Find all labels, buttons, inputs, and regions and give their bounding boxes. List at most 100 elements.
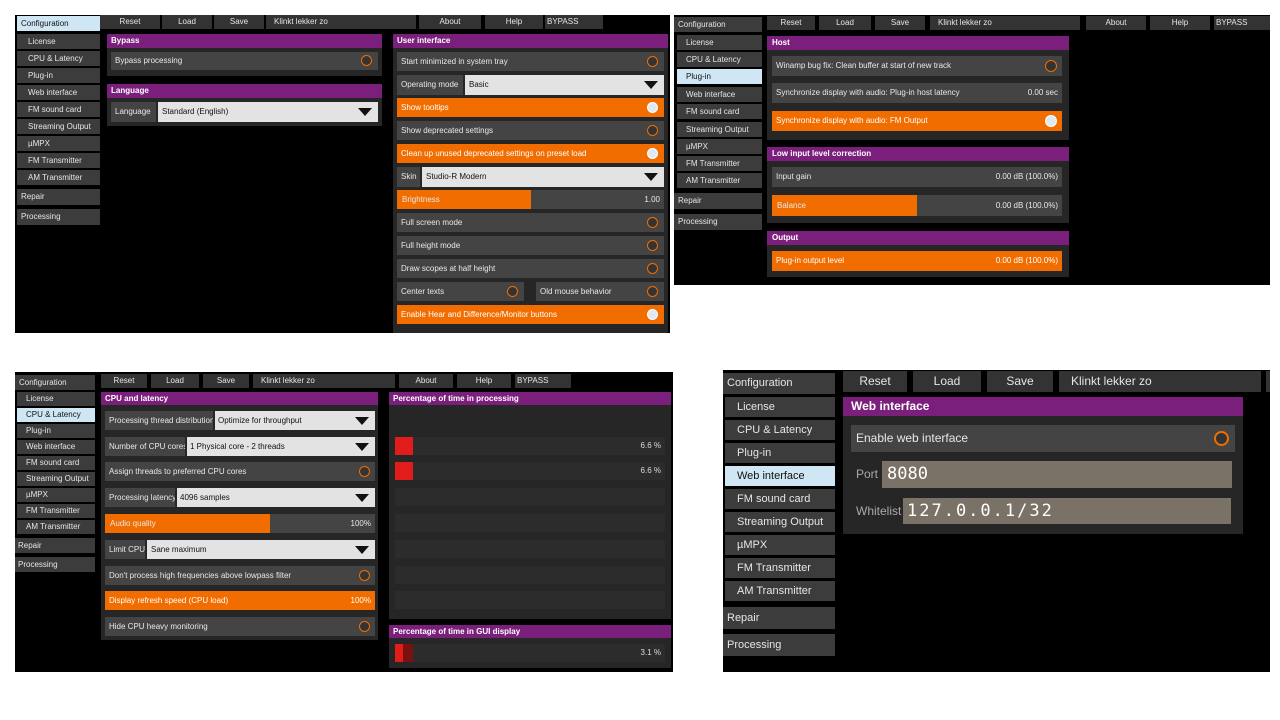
cleanup-deprecated-row[interactable]: Clean up unused deprecated settings on p… [397,144,664,163]
sidebar-item-umpx[interactable]: µMPX [677,139,762,154]
sidebar-item-cpu-latency[interactable]: CPU & Latency [17,408,95,422]
winamp-fix-row[interactable]: Winamp bug fix: Clean buffer at start of… [772,56,1062,76]
sidebar-item-license[interactable]: License [17,34,100,49]
sidebar-item-cpu-latency[interactable]: CPU & Latency [17,51,100,66]
sidebar-item-umpx[interactable]: µMPX [725,535,835,555]
whitelist-input[interactable]: 127.0.0.1/32 [903,498,1231,524]
sidebar-item-plugin[interactable]: Plug-in [17,424,95,438]
sidebar-item-license[interactable]: License [17,392,95,406]
save-button[interactable]: Save [203,374,249,388]
sidebar-item-configuration[interactable]: Configuration [17,16,100,31]
full-screen-toggle[interactable] [647,217,658,228]
about-button[interactable]: About [399,374,453,388]
preset-name-field[interactable]: Klinkt lekker zo [253,374,395,388]
sidebar-item-license[interactable]: License [725,397,835,417]
sidebar-item-fm-sound-card[interactable]: FM sound card [725,489,835,509]
start-minimized-row[interactable]: Start minimized in system tray [397,52,664,71]
help-button[interactable]: Help [485,15,543,29]
old-mouse-toggle[interactable] [647,286,658,297]
sidebar-item-configuration[interactable]: Configuration [723,373,835,394]
help-button[interactable]: Help [1150,16,1210,30]
sidebar-item-plugin[interactable]: Plug-in [725,443,835,463]
high-frequencies-toggle[interactable] [359,570,370,581]
show-deprecated-row[interactable]: Show deprecated settings [397,121,664,140]
full-screen-row[interactable]: Full screen mode [397,213,664,232]
full-height-row[interactable]: Full height mode [397,236,664,255]
sidebar-item-repair[interactable]: Repair [15,538,95,553]
thread-distribution-dropdown[interactable]: Optimize for throughput [215,411,375,430]
sidebar-item-configuration[interactable]: Configuration [674,17,762,32]
sidebar-item-web-interface[interactable]: Web interface [17,85,100,100]
enable-web-interface-row[interactable]: Enable web interface [851,425,1235,452]
sidebar-item-plugin[interactable]: Plug-in [17,68,100,83]
audio-quality-slider[interactable]: Audio quality 100% [105,514,375,533]
sidebar-item-web-interface[interactable]: Web interface [677,87,762,102]
preset-name-field[interactable]: Klinkt lekker zo [930,16,1080,30]
sidebar-item-cpu-latency[interactable]: CPU & Latency [725,420,835,440]
reset-button[interactable]: Reset [843,371,907,392]
bypass-button[interactable]: BYPASS [515,374,571,388]
center-texts-toggle[interactable] [507,286,518,297]
bypass-processing-toggle[interactable] [361,55,372,66]
save-button[interactable]: Save [875,16,925,30]
sidebar-item-processing[interactable]: Processing [674,214,762,230]
sidebar-item-am-transmitter[interactable]: AM Transmitter [677,173,762,188]
sidebar-item-streaming-output[interactable]: Streaming Output [17,119,100,134]
old-mouse-row[interactable]: Old mouse behavior [536,282,664,301]
sidebar-item-web-interface[interactable]: Web interface [725,466,835,486]
display-refresh-slider[interactable]: Display refresh speed (CPU load) 100% [105,591,375,610]
sidebar-item-configuration[interactable]: Configuration [15,375,95,390]
load-button[interactable]: Load [913,371,981,392]
sidebar-item-am-transmitter[interactable]: AM Transmitter [17,520,95,534]
bypass-button[interactable]: BYPASS [545,15,603,29]
full-height-toggle[interactable] [647,240,658,251]
sidebar-item-repair[interactable]: Repair [17,189,100,205]
sidebar-item-streaming-output[interactable]: Streaming Output [677,122,762,137]
show-tooltips-row[interactable]: Show tooltips [397,98,664,117]
balance-slider[interactable]: Balance 0.00 dB (100.0%) [772,195,1062,216]
hide-cpu-heavy-toggle[interactable] [359,621,370,632]
input-gain-slider[interactable]: Input gain 0.00 dB (100.0%) [772,167,1062,187]
center-texts-row[interactable]: Center texts [397,282,524,301]
sync-fm-output-row[interactable]: Synchronize display with audio: FM Outpu… [772,111,1062,131]
preset-name-field[interactable]: Klinkt lekker zo [1059,371,1261,392]
reset-button[interactable]: Reset [767,16,815,30]
winamp-fix-toggle[interactable] [1045,60,1057,72]
limit-cpu-dropdown[interactable]: Sane maximum [147,540,375,559]
load-button[interactable]: Load [819,16,871,30]
sidebar-item-fm-transmitter[interactable]: FM Transmitter [677,156,762,171]
high-frequencies-row[interactable]: Don't process high frequencies above low… [105,566,375,585]
cleanup-deprecated-toggle[interactable] [647,148,658,159]
sidebar-item-fm-sound-card[interactable]: FM sound card [17,102,100,117]
sidebar-item-processing[interactable]: Processing [17,209,100,225]
enable-web-interface-toggle[interactable] [1214,431,1229,446]
sidebar-item-license[interactable]: License [677,35,762,50]
bypass-processing-toggle-row[interactable]: Bypass processing [111,52,378,70]
sidebar-item-streaming-output[interactable]: Streaming Output [17,472,95,486]
save-button[interactable]: Save [987,371,1053,392]
hear-difference-row[interactable]: Enable Hear and Difference/Monitor butto… [397,305,664,324]
sidebar-item-am-transmitter[interactable]: AM Transmitter [17,170,100,185]
sidebar-item-fm-transmitter[interactable]: FM Transmitter [17,153,100,168]
show-tooltips-toggle[interactable] [647,102,658,113]
sync-fm-output-toggle[interactable] [1045,115,1057,127]
sidebar-item-am-transmitter[interactable]: AM Transmitter [725,581,835,601]
about-button[interactable]: About [419,15,481,29]
processing-latency-dropdown[interactable]: 4096 samples [177,488,375,507]
sidebar-item-cpu-latency[interactable]: CPU & Latency [677,52,762,67]
assign-threads-toggle[interactable] [359,466,370,477]
sidebar-item-repair[interactable]: Repair [674,193,762,209]
sidebar-item-fm-transmitter[interactable]: FM Transmitter [17,504,95,518]
language-dropdown[interactable]: Standard (English) [158,102,378,122]
cpu-cores-dropdown[interactable]: 1 Physical core - 2 threads [187,437,375,456]
bypass-button[interactable]: BYPASS [1214,16,1270,30]
plugin-output-level-slider[interactable]: Plug-in output level 0.00 dB (100.0%) [772,251,1062,271]
hear-difference-toggle[interactable] [647,309,658,320]
reset-button[interactable]: Reset [100,15,160,29]
sidebar-item-streaming-output[interactable]: Streaming Output [725,512,835,532]
sidebar-item-umpx[interactable]: µMPX [17,136,100,151]
sidebar-item-fm-transmitter[interactable]: FM Transmitter [725,558,835,578]
sidebar-item-fm-sound-card[interactable]: FM sound card [17,456,95,470]
save-button[interactable]: Save [214,15,264,29]
half-height-scopes-toggle[interactable] [647,263,658,274]
